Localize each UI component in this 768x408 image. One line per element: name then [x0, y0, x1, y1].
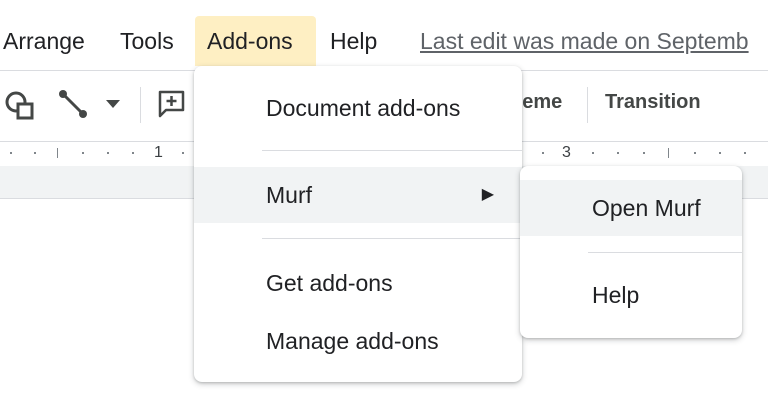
menu-item-document-addons[interactable]: Document add-ons [194, 80, 522, 136]
toolbar-divider [587, 87, 588, 123]
line-icon[interactable] [58, 89, 90, 126]
menu-separator [588, 252, 742, 253]
addons-dropdown: Document add-ons Murf ▶ Get add-ons Mana… [194, 66, 522, 382]
ruler-label: 3 [562, 144, 571, 161]
ruler-tick [592, 152, 594, 154]
menu-item-label: Help [592, 282, 640, 308]
ruler-tick [34, 152, 36, 154]
menu-item-label: Get add-ons [266, 270, 393, 296]
menu-item-label: Open Murf [592, 195, 701, 221]
ruler-tick [617, 152, 619, 154]
shape-icon[interactable] [4, 89, 36, 126]
last-edit-link[interactable]: Last edit was made on Septemb [420, 16, 768, 66]
menu-item-murf[interactable]: Murf ▶ [194, 167, 522, 223]
menu-separator [262, 238, 522, 239]
ruler-tick [57, 148, 58, 158]
menu-item-murf-help[interactable]: Help [520, 267, 742, 323]
ruler-tick [744, 152, 746, 154]
menu-item-label: Manage add-ons [266, 328, 439, 354]
submenu-arrow-icon: ▶ [481, 186, 494, 203]
murf-submenu: Open Murf Help [520, 166, 742, 338]
menu-bar: Arrange Tools Add-ons Help Last edit was… [0, 0, 768, 70]
comment-add-icon[interactable] [157, 89, 187, 124]
menu-item-label: Murf [266, 182, 312, 208]
ruler-tick [182, 152, 184, 154]
menu-help[interactable]: Help [318, 16, 389, 66]
transition-button[interactable]: Transition [605, 91, 701, 114]
ruler-tick [694, 152, 696, 154]
ruler-tick [643, 152, 645, 154]
ruler-tick [542, 152, 544, 154]
dropdown-caret-icon[interactable] [104, 97, 122, 115]
menu-item-label: Document add-ons [266, 95, 461, 121]
ruler-tick [719, 152, 721, 154]
ruler-tick [107, 152, 109, 154]
ruler-tick [132, 152, 134, 154]
menu-arrange[interactable]: Arrange [0, 16, 97, 66]
menu-item-get-addons[interactable]: Get add-ons [194, 255, 522, 311]
ruler-tick [668, 148, 669, 158]
menu-item-manage-addons[interactable]: Manage add-ons [194, 313, 522, 369]
ruler-label: 1 [154, 144, 163, 161]
menu-tools[interactable]: Tools [108, 16, 186, 66]
toolbar-divider [140, 87, 141, 123]
menu-addons[interactable]: Add-ons [195, 16, 316, 66]
menu-item-open-murf[interactable]: Open Murf [520, 180, 742, 236]
ruler-tick [10, 152, 12, 154]
menu-separator [262, 150, 522, 151]
ruler-tick [82, 152, 84, 154]
